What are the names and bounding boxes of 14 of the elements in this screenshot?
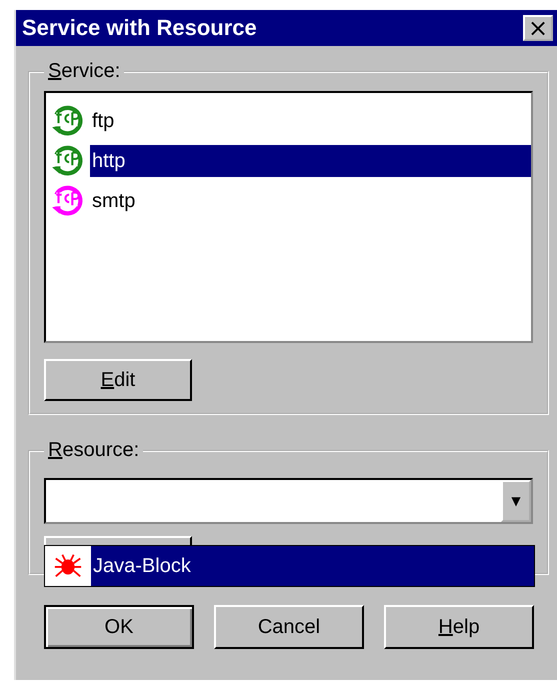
dropdown-option[interactable]: Java-Block (91, 546, 534, 586)
group-label: Resource: (47, 439, 140, 462)
dialog-button[interactable]: Help (384, 605, 534, 649)
window-title: Service with Resource (22, 15, 257, 41)
service-item[interactable]: smtp (90, 185, 531, 217)
service-item[interactable]: ftp (90, 105, 531, 137)
dialog-button[interactable]: Cancel (214, 605, 364, 649)
service-list[interactable]: ftp http smtp (44, 91, 533, 343)
close-button[interactable]: × (523, 15, 553, 41)
resource-dropdown[interactable]: ▼ (44, 478, 533, 524)
edit-button[interactable]: Edit (44, 359, 192, 401)
group-label: Service: (47, 60, 122, 83)
dialog-button[interactable]: OK (44, 605, 194, 649)
service-item[interactable]: http (90, 145, 531, 177)
